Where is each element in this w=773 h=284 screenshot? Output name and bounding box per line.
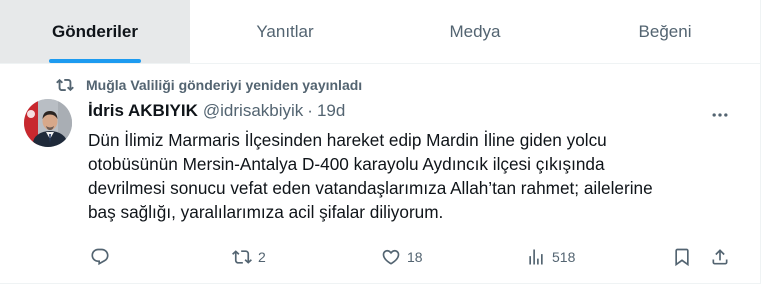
view-count: 518 <box>552 249 576 265</box>
tab-posts[interactable]: Gönderiler <box>0 0 190 63</box>
tab-likes[interactable]: Beğeni <box>570 0 760 63</box>
bookmark-icon <box>675 248 689 267</box>
profile-tabs: Gönderiler Yanıtlar Medya Beğeni <box>0 0 760 64</box>
tab-likes-label: Beğeni <box>638 21 692 41</box>
more-button[interactable] <box>708 104 732 126</box>
retweet-icon <box>232 250 252 264</box>
share-icon <box>712 249 728 265</box>
tab-replies-label: Yanıtlar <box>256 21 314 41</box>
tweet-time[interactable]: 19d <box>317 101 345 121</box>
tab-posts-label: Gönderiler <box>52 21 138 41</box>
views-button[interactable]: 518 <box>526 243 575 271</box>
like-button[interactable]: 18 <box>381 243 423 271</box>
scrollbar[interactable] <box>760 0 773 284</box>
share-button[interactable] <box>710 243 730 271</box>
bookmark-button[interactable] <box>672 243 692 271</box>
tweet-text: Dün İlimiz Marmaris İlçesinden hareket e… <box>88 128 738 224</box>
retweet-button[interactable]: 2 <box>232 243 266 271</box>
active-tab-indicator <box>49 59 141 63</box>
tweet-text-line: baş sağlığı, yaralılarımıza acil şifalar… <box>88 202 444 222</box>
avatar-photo <box>24 99 72 147</box>
more-icon <box>712 113 728 117</box>
reply-button[interactable] <box>90 243 116 271</box>
tweet-text-line: otobüsünün Mersin-Antalya D-400 karayolu… <box>88 154 605 174</box>
like-count: 18 <box>407 249 423 265</box>
tweet-actions: 2 18 518 <box>88 243 748 271</box>
repost-label: Muğla Valiliği gönderiyi yeniden yayınla… <box>86 77 363 93</box>
tab-media[interactable]: Medya <box>380 0 570 63</box>
repost-icon <box>56 78 74 92</box>
tab-media-label: Medya <box>449 21 501 41</box>
tweet-text-line: Dün İlimiz Marmaris İlçesinden hareket e… <box>88 130 607 150</box>
avatar[interactable] <box>24 99 72 147</box>
views-icon <box>529 249 543 265</box>
retweet-count: 2 <box>258 249 266 265</box>
separator-dot: · <box>307 101 313 120</box>
repost-indicator[interactable]: Muğla Valiliği gönderiyi yeniden yayınla… <box>56 76 362 94</box>
tab-replies[interactable]: Yanıtlar <box>190 0 380 63</box>
author-handle[interactable]: @idrisakbiyik <box>203 101 303 121</box>
author-name[interactable]: İdris AKBIYIK <box>88 101 198 121</box>
tweet-header: İdris AKBIYIK @idrisakbiyik · 19d <box>88 101 345 121</box>
like-icon <box>382 249 400 265</box>
tweet-text-line: devrilmesi sonucu vefat eden vatandaşlar… <box>88 178 653 198</box>
reply-icon <box>91 248 109 266</box>
